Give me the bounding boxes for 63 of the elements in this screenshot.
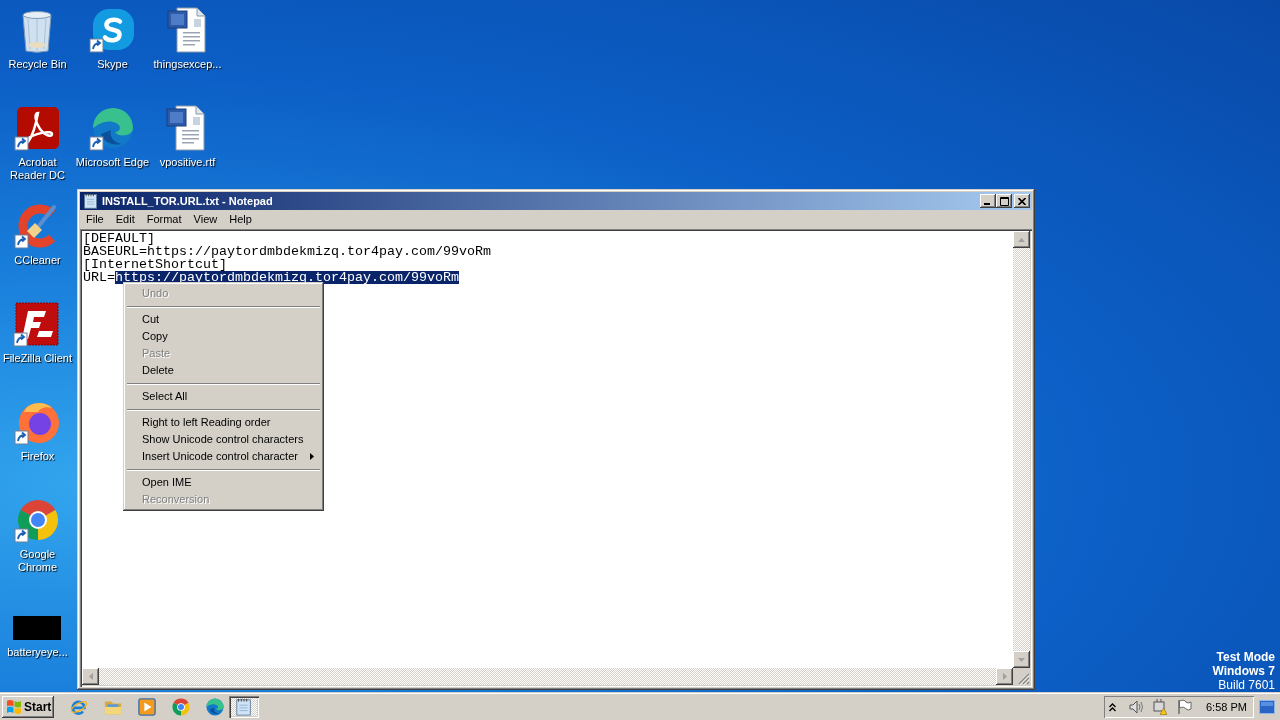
circle-logo-icon <box>172 698 190 716</box>
desktop-item[interactable]: CCleaner <box>13 202 62 267</box>
network-warning-icon[interactable] <box>1151 699 1167 715</box>
down-arrow-icon <box>1018 657 1025 662</box>
submenu-arrow-icon <box>310 453 314 460</box>
maximize-button[interactable] <box>996 194 1012 208</box>
menu-bar-item[interactable]: Help <box>223 211 258 228</box>
context-menu-item[interactable]: Delete <box>126 362 321 379</box>
notepad-icon <box>83 193 99 209</box>
text-line: [DEFAULT] <box>83 232 155 245</box>
chevron-up-icon[interactable] <box>1109 702 1116 712</box>
horizontal-scrollbar[interactable] <box>82 668 1013 685</box>
desktop-item[interactable]: vpositive.rtf <box>159 104 216 169</box>
vertical-scrollbar[interactable] <box>1013 231 1030 668</box>
context-menu-item[interactable]: Right to left Reading order <box>126 414 321 431</box>
start-button[interactable]: Start <box>2 696 54 718</box>
context-menu-item[interactable]: Insert Unicode control character <box>126 448 321 465</box>
up-arrow-icon <box>1018 237 1025 242</box>
context-menu-item[interactable]: Copy <box>126 328 321 345</box>
close-icon <box>1018 197 1026 205</box>
left-arrow-icon <box>88 673 93 680</box>
desktop-item[interactable]: Recycle Bin <box>8 6 67 71</box>
desktop-item[interactable]: Acrobat Reader DC <box>0 104 75 182</box>
close-button[interactable] <box>1014 194 1030 208</box>
context-menu-item[interactable]: Select All <box>126 388 321 405</box>
size-grip-icon[interactable] <box>1018 673 1030 685</box>
notepad-icon <box>235 698 253 716</box>
scroll-right-button[interactable] <box>996 668 1013 685</box>
context-menu-item[interactable]: Cut <box>126 311 321 328</box>
right-arrow-icon <box>1002 673 1007 680</box>
minimize-icon <box>984 203 990 205</box>
wave-logo-icon <box>206 698 224 716</box>
flag-icon[interactable] <box>1176 699 1192 715</box>
text-line: [InternetShortcut] <box>83 258 227 271</box>
e-logo-icon <box>70 698 88 716</box>
context-menu-item[interactable]: Show Unicode control characters <box>126 431 321 448</box>
minimize-button[interactable] <box>980 194 996 208</box>
play-tile-icon <box>138 698 156 716</box>
menu-bar-item[interactable]: Edit <box>109 211 141 228</box>
context-menu-item[interactable]: Open IME <box>126 474 321 491</box>
show-desktop-icon[interactable] <box>1259 700 1275 714</box>
desktop-item[interactable]: Skype <box>88 6 137 71</box>
speaker-icon[interactable] <box>1128 699 1144 715</box>
clock-time[interactable]: 6:58 PM <box>1206 698 1247 716</box>
desktop-item[interactable]: Microsoft Edge <box>75 104 150 169</box>
desktop-item[interactable]: batteryeye... <box>7 594 68 659</box>
os-notice-text: Windows 7 <box>1212 664 1275 678</box>
text-line: BASEURL=https://paytordmbdekmizq.tor4pay.com/99voRm <box>83 245 491 258</box>
taskbar-app-button[interactable] <box>229 696 259 718</box>
scroll-up-button[interactable] <box>1013 231 1030 248</box>
desktop-item[interactable]: thingsexcep... <box>153 6 222 71</box>
selected-text: https://paytordmbdekmizq.tor4pay.com/99voRm <box>115 271 459 284</box>
text-line: URL= <box>83 271 115 284</box>
menu-bar-item[interactable]: Format <box>140 211 188 228</box>
scroll-down-button[interactable] <box>1013 651 1030 668</box>
os-notice-text: Build 7601 <box>1218 678 1275 692</box>
windows-logo-icon <box>6 699 22 715</box>
menu-bar-item[interactable]: File <box>80 211 110 228</box>
maximize-icon <box>999 196 1009 206</box>
os-notice-text: Test Mode <box>1216 650 1275 664</box>
window-title: INSTALL_TOR.URL.txt - Notepad <box>102 193 273 209</box>
scroll-left-button[interactable] <box>82 668 99 685</box>
menu-bar-item[interactable]: View <box>187 211 224 228</box>
